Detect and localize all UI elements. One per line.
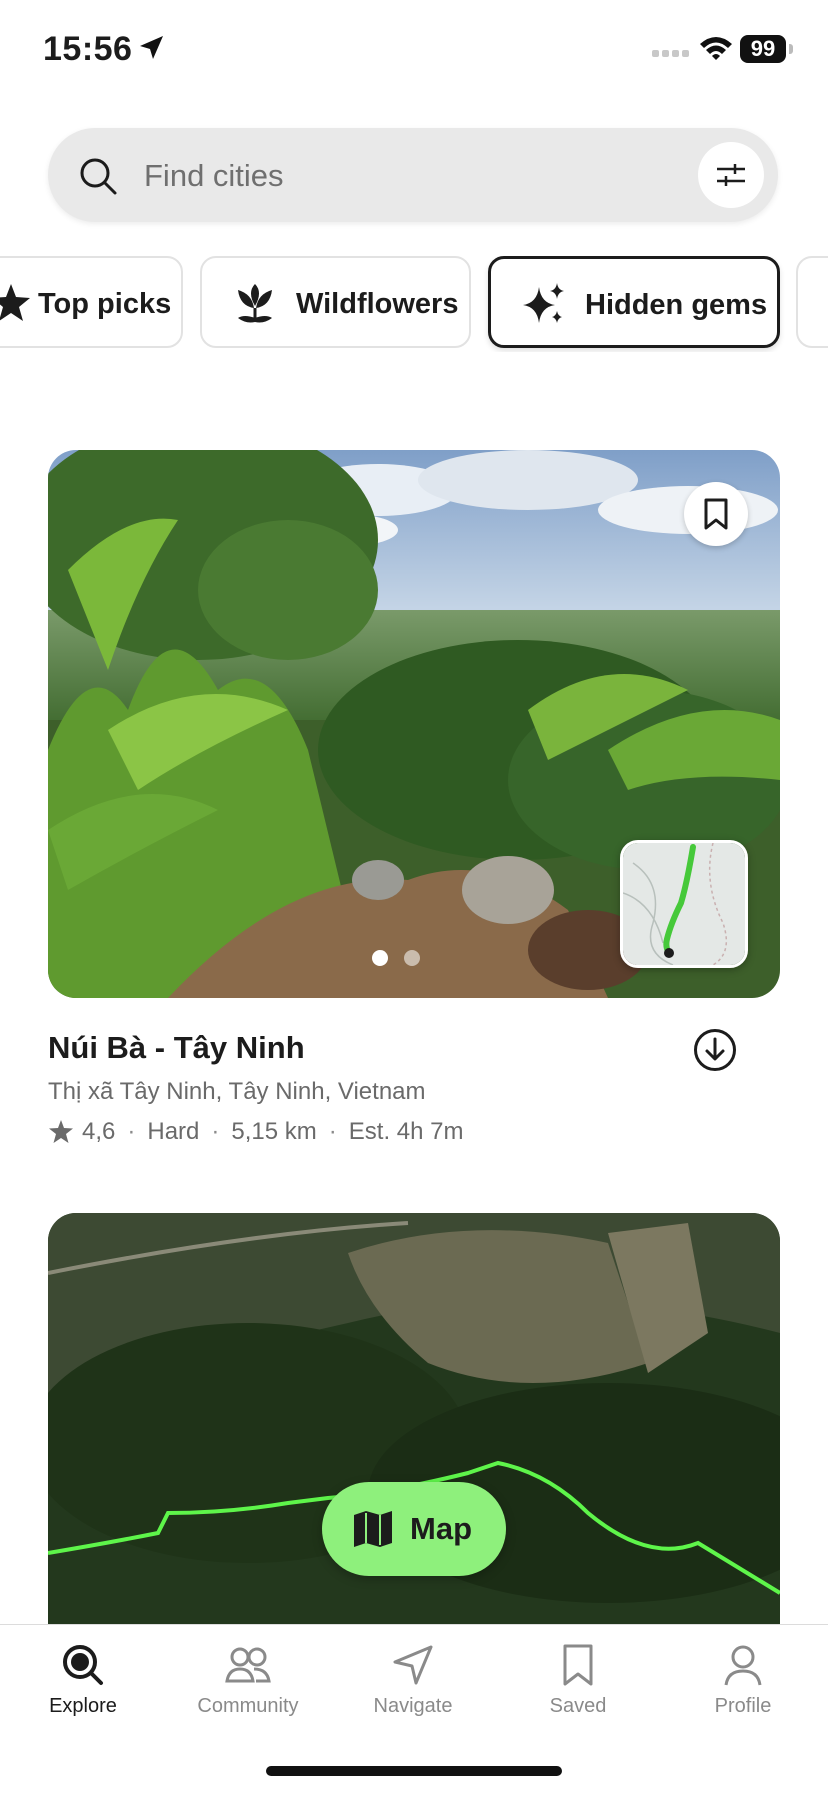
separator: · [328, 1118, 337, 1145]
save-trail-button[interactable] [684, 482, 748, 546]
trail-name[interactable]: Núi Bà - Tây Ninh [48, 1030, 305, 1066]
separator: · [211, 1118, 220, 1145]
tab-label: Community [197, 1695, 299, 1717]
sparkles-icon [523, 283, 564, 323]
status-bar: 15:56 99 [0, 0, 828, 100]
search-bar[interactable]: Find cities [48, 128, 778, 222]
trail-duration: Est. 4h 7m [348, 1118, 464, 1145]
battery-indicator: 99 [740, 35, 786, 63]
person-icon [724, 1645, 762, 1686]
star-icon [0, 284, 30, 321]
flower-icon [238, 284, 272, 323]
chip-next[interactable] [796, 256, 828, 348]
location-arrow-icon [140, 36, 163, 59]
map-button[interactable]: Map [322, 1482, 506, 1576]
map-icon [354, 1511, 392, 1547]
map-button-label: Map [410, 1511, 472, 1546]
trail-stats: 4,6 · Hard · 5,15 km · Est. 4h 7m [48, 1118, 464, 1146]
trail-difficulty: Hard [147, 1118, 200, 1145]
tab-label: Saved [549, 1695, 607, 1717]
separator: · [127, 1118, 136, 1145]
topo-map-illustration [623, 843, 745, 965]
search-icon [63, 1645, 103, 1685]
trail-map-thumbnail[interactable] [620, 840, 748, 968]
chip-hidden-gems[interactable]: Hidden gems [488, 256, 780, 348]
tab-label: Explore [49, 1695, 117, 1717]
bookmark-icon [563, 1644, 593, 1686]
search-icon [80, 158, 117, 195]
chip-label: Hidden gems [585, 289, 768, 321]
chip-label: Top picks [38, 288, 172, 320]
navigate-icon [393, 1645, 433, 1685]
filter-button[interactable] [698, 142, 764, 208]
trail-rating: 4,6 [82, 1118, 116, 1145]
carousel-dot[interactable] [404, 950, 420, 966]
photo-carousel-dots [372, 950, 432, 966]
tab-community[interactable]: Community [165, 1643, 331, 1743]
rating-star-icon [49, 1120, 73, 1143]
bookmark-icon [704, 498, 728, 530]
home-indicator [266, 1766, 562, 1776]
tab-label: Navigate [373, 1695, 453, 1717]
battery-tip [789, 44, 793, 54]
category-chips: Top picks Wildflowers Hidden gems [0, 256, 828, 352]
search-placeholder: Find cities [144, 158, 284, 193]
chip-wildflowers[interactable]: Wildflowers [200, 256, 471, 348]
trail-distance: 5,15 km [231, 1118, 317, 1145]
tab-label: Profile [714, 1695, 772, 1717]
tab-saved[interactable]: Saved [495, 1643, 661, 1743]
tab-profile[interactable]: Profile [660, 1643, 826, 1743]
tab-explore[interactable]: Explore [0, 1643, 166, 1743]
tab-navigate[interactable]: Navigate [330, 1643, 496, 1743]
download-icon[interactable] [693, 1028, 737, 1072]
carousel-dot-active[interactable] [372, 950, 388, 966]
cellular-signal-icon [652, 50, 689, 57]
wifi-icon [700, 37, 732, 60]
chip-label: Wildflowers [296, 288, 459, 320]
people-icon [225, 1647, 271, 1683]
chip-top-picks[interactable]: Top picks [0, 256, 183, 348]
trail-location: Thị xã Tây Ninh, Tây Ninh, Vietnam [48, 1078, 426, 1105]
status-time: 15:56 [43, 30, 133, 68]
sliders-icon [717, 164, 745, 186]
